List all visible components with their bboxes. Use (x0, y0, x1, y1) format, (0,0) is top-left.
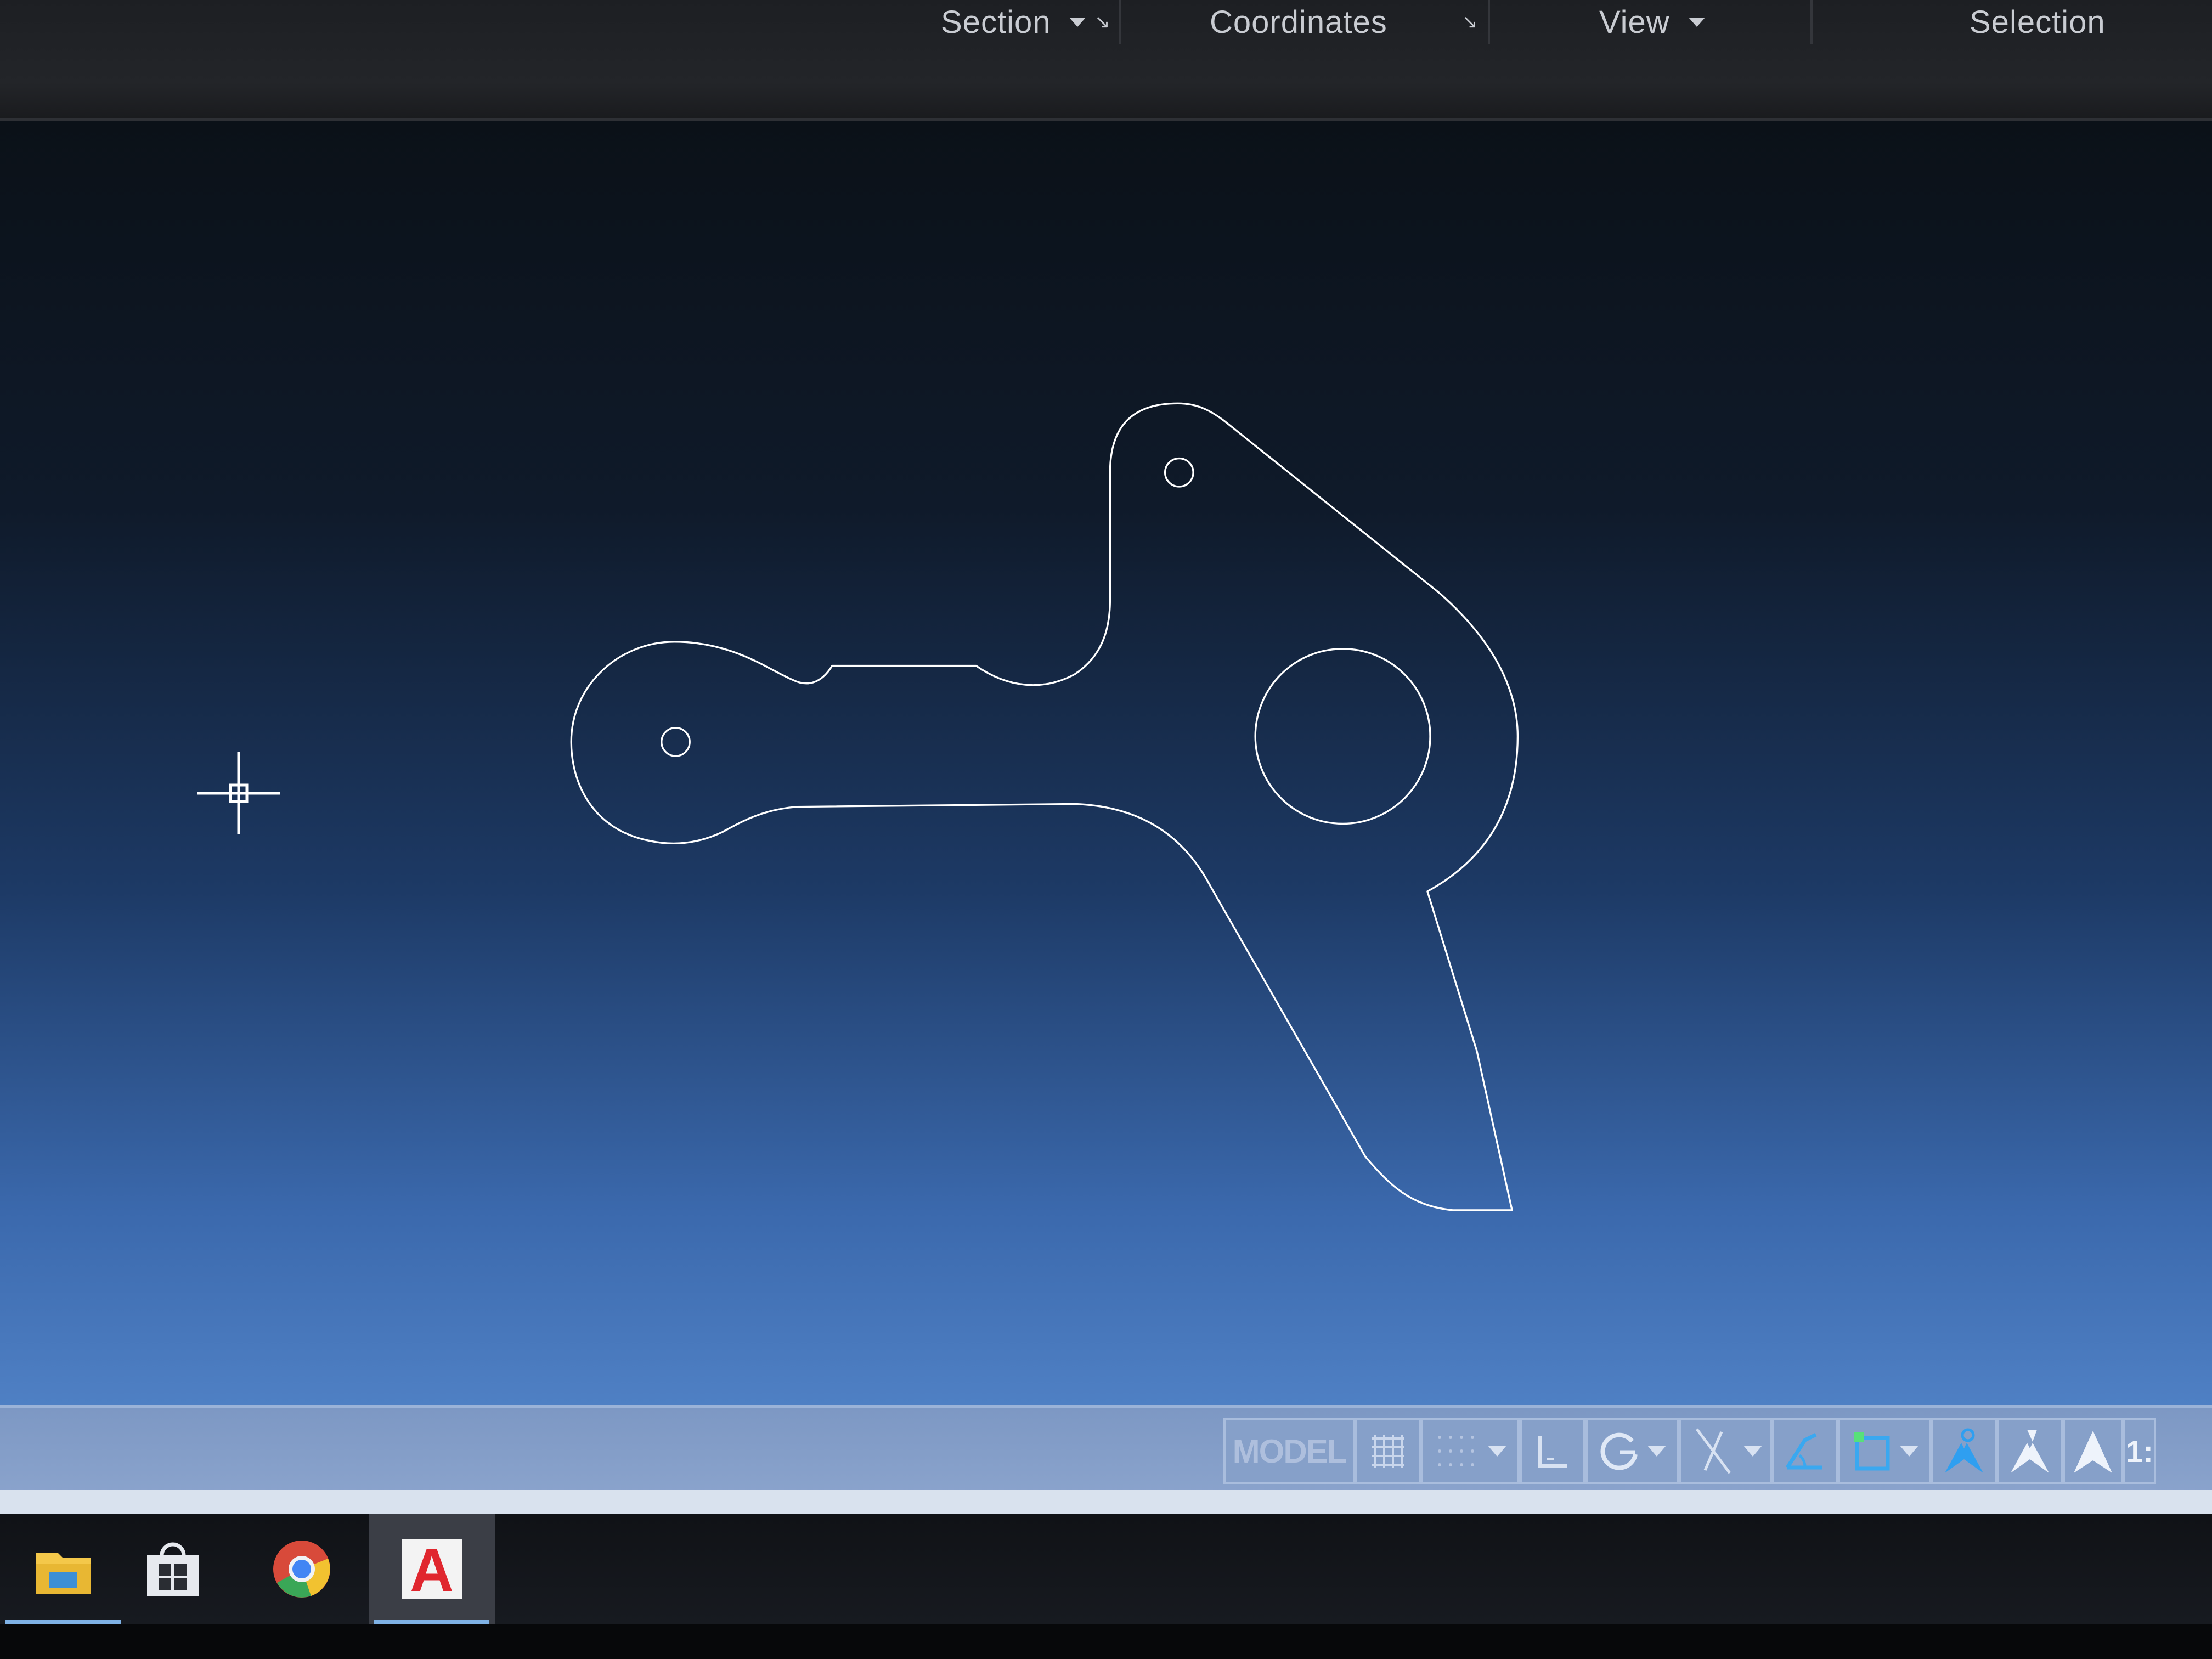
ribbon: Section ↘ Coordinates ↘ View Selection (0, 0, 2212, 121)
scale-text: 1: (2126, 1434, 2153, 1469)
object-snap-dropdown-icon (1900, 1446, 1918, 1457)
ribbon-panel-selection[interactable]: Selection (1970, 0, 2106, 44)
taskbar: A (0, 1514, 2212, 1624)
grid-icon[interactable] (1355, 1418, 1421, 1484)
panel-separator (1488, 0, 1490, 44)
object-snap-icon[interactable] (1838, 1418, 1931, 1484)
status-bar: MODEL 1: (0, 1405, 2212, 1493)
cad-part-drawing[interactable] (0, 121, 2212, 1405)
screen-bezel (0, 1624, 2212, 1659)
section-panel-label: Section (941, 4, 1051, 40)
pin-hole-left (661, 726, 691, 757)
ribbon-panel-view[interactable]: View (1599, 0, 1705, 44)
status-bar-edge (0, 1490, 2212, 1514)
view-dropdown-icon[interactable] (1688, 17, 1705, 27)
auto-scale-icon[interactable] (1997, 1418, 2063, 1484)
snap-dropdown-icon (1488, 1446, 1506, 1457)
active-indicator (5, 1620, 121, 1624)
taskbar-app-store[interactable] (110, 1514, 236, 1624)
panel-separator (1810, 0, 1813, 44)
annotation-scale-icon[interactable] (2063, 1418, 2123, 1484)
svg-text:A: A (410, 1537, 453, 1602)
autocad-icon: A (402, 1537, 462, 1602)
taskbar-app-autocad[interactable]: A (369, 1514, 495, 1624)
coordinates-launcher-icon[interactable]: ↘ (1462, 11, 1479, 33)
section-launcher-icon[interactable]: ↘ (1094, 11, 1111, 33)
object-snap-tracking-icon[interactable] (1772, 1418, 1838, 1484)
ribbon-panel-coordinates[interactable]: Coordinates ↘ (1210, 0, 1478, 44)
coordinates-panel-label: Coordinates (1210, 4, 1387, 40)
annotation-visibility-icon[interactable] (1931, 1418, 1997, 1484)
active-indicator (374, 1620, 489, 1624)
chrome-icon (273, 1541, 330, 1598)
selection-panel-label: Selection (1970, 4, 2106, 40)
file-explorer-icon (36, 1553, 91, 1594)
snap-icon[interactable] (1421, 1418, 1520, 1484)
view-panel-label: View (1599, 4, 1670, 40)
isodraft-dropdown-icon (1743, 1446, 1762, 1457)
status-toolbar: MODEL 1: (1223, 1418, 2156, 1484)
pin-hole-top (1164, 457, 1194, 488)
section-dropdown-icon[interactable] (1069, 17, 1086, 27)
drawing-canvas[interactable] (0, 121, 2212, 1405)
model-space-button[interactable]: MODEL (1223, 1418, 1355, 1484)
polar-tracking-icon[interactable] (1585, 1418, 1679, 1484)
ribbon-panel-section[interactable]: Section ↘ (941, 0, 1110, 44)
taskbar-app-chrome[interactable] (239, 1514, 365, 1624)
isodraft-icon[interactable] (1679, 1418, 1772, 1484)
bore-hole-large (1254, 647, 1431, 825)
annotation-scale-value[interactable]: 1: (2123, 1418, 2156, 1484)
polar-dropdown-icon (1647, 1446, 1666, 1457)
ortho-icon[interactable] (1520, 1418, 1585, 1484)
store-icon (147, 1542, 199, 1596)
taskbar-app-file-explorer[interactable] (0, 1514, 126, 1624)
part-outline-path (570, 402, 1519, 1211)
panel-separator (1119, 0, 1121, 44)
